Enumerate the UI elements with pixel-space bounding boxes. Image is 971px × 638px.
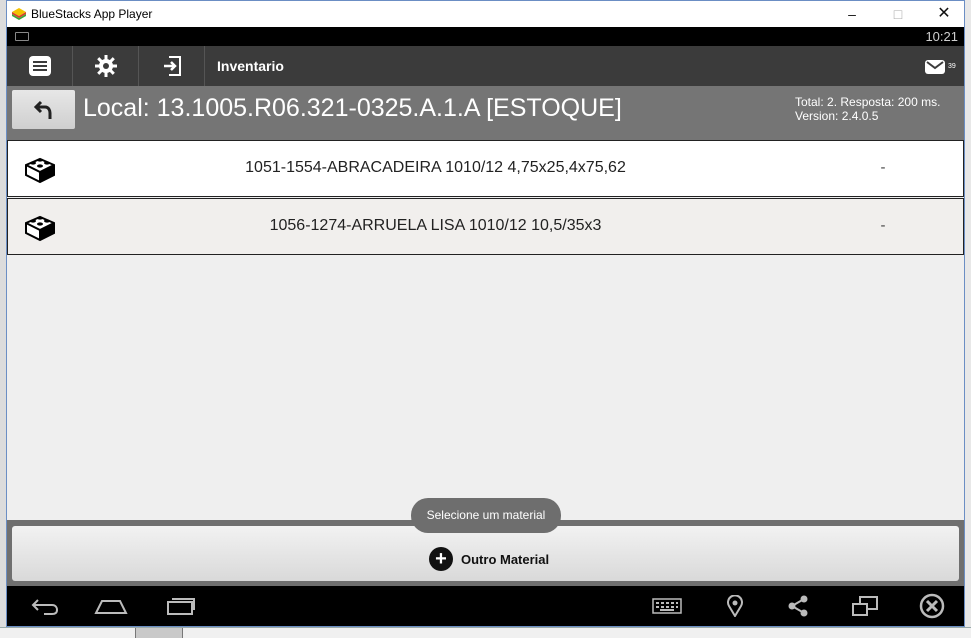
keyboard-icon (652, 598, 682, 614)
total-response-text: Total: 2. Resposta: 200 ms. (795, 95, 941, 109)
nav-location-button[interactable] (717, 594, 753, 618)
mail-button[interactable]: 39 (924, 54, 958, 78)
version-text: Version: 2.4.0.5 (795, 109, 879, 123)
nav-share-button[interactable] (780, 594, 816, 618)
home-icon (94, 600, 128, 614)
item-value: - (880, 217, 886, 234)
menu-button[interactable] (7, 46, 73, 86)
close-window-button[interactable]: ✕ (921, 1, 967, 27)
nav-multiscreen-button[interactable] (847, 594, 883, 618)
response-info: Total: 2. Resposta: 200 ms. Version: 2.4… (795, 95, 940, 123)
gear-icon (94, 55, 117, 77)
multi-screen-icon (852, 596, 878, 616)
window-titlebar[interactable]: BlueStacks App Player – □ ✕ (7, 1, 964, 27)
menu-list-icon (28, 56, 51, 76)
settings-button[interactable] (73, 46, 139, 86)
back-arrow-icon (33, 100, 51, 119)
login-button[interactable] (139, 46, 205, 86)
nav-close-app-button[interactable] (914, 593, 950, 619)
page-title: Inventario (217, 58, 284, 74)
minimize-button[interactable]: – (829, 1, 875, 27)
list-item[interactable]: 1051-1554-ABRACADEIRA 1010/12 4,75x25,4x… (7, 140, 964, 197)
back-icon (31, 599, 59, 615)
lego-brick-icon (25, 157, 55, 184)
toast-message: Selecione um material (411, 498, 561, 533)
android-nav-bar (7, 586, 964, 626)
location-icon (727, 595, 743, 617)
item-name: 1056-1274-ARRUELA LISA 1010/12 10,5/35x3 (269, 217, 602, 234)
outro-material-button[interactable]: + Outro Material (12, 526, 959, 581)
list-item[interactable]: 1056-1274-ARRUELA LISA 1010/12 10,5/35x3… (7, 198, 964, 255)
mail-icon (925, 60, 945, 74)
nav-recent-button[interactable] (162, 594, 198, 618)
desktop-background-bottom (0, 627, 971, 638)
outro-material-label: Outro Material (461, 551, 550, 567)
nav-home-button[interactable] (93, 594, 129, 618)
recent-apps-icon (167, 598, 195, 615)
back-button[interactable] (12, 90, 75, 129)
location-label: Local: 13.1005.R06.321-0325.A.1.A [ESTOQ… (83, 94, 622, 122)
login-icon (163, 56, 181, 76)
mail-count-badge: 39 (948, 62, 956, 70)
android-status-bar: 10:21 (7, 27, 964, 46)
material-list: 1051-1554-ABRACADEIRA 1010/12 4,75x25,4x… (7, 140, 964, 520)
status-time: 10:21 (925, 29, 958, 44)
location-header: Local: 13.1005.R06.321-0325.A.1.A [ESTOQ… (7, 86, 964, 140)
maximize-button[interactable]: □ (875, 1, 921, 27)
item-value: - (880, 159, 886, 176)
outro-material-content: + Outro Material (429, 547, 549, 571)
keyboard-status-icon (15, 32, 29, 41)
close-app-icon (919, 593, 945, 619)
action-bar: Inventario 39 (7, 46, 964, 86)
plus-circle-icon: + (429, 547, 453, 571)
share-icon (788, 595, 808, 617)
window-title: BlueStacks App Player (31, 7, 153, 21)
item-name: 1051-1554-ABRACADEIRA 1010/12 4,75x25,4x… (245, 159, 626, 176)
desktop-background-right (965, 0, 971, 637)
bluestacks-window: BlueStacks App Player – □ ✕ 10:21 Invent… (6, 0, 965, 627)
nav-keyboard-button[interactable] (649, 594, 685, 618)
bluestacks-logo-icon (12, 8, 26, 20)
nav-back-button[interactable] (27, 594, 63, 618)
lego-brick-icon (25, 215, 55, 242)
